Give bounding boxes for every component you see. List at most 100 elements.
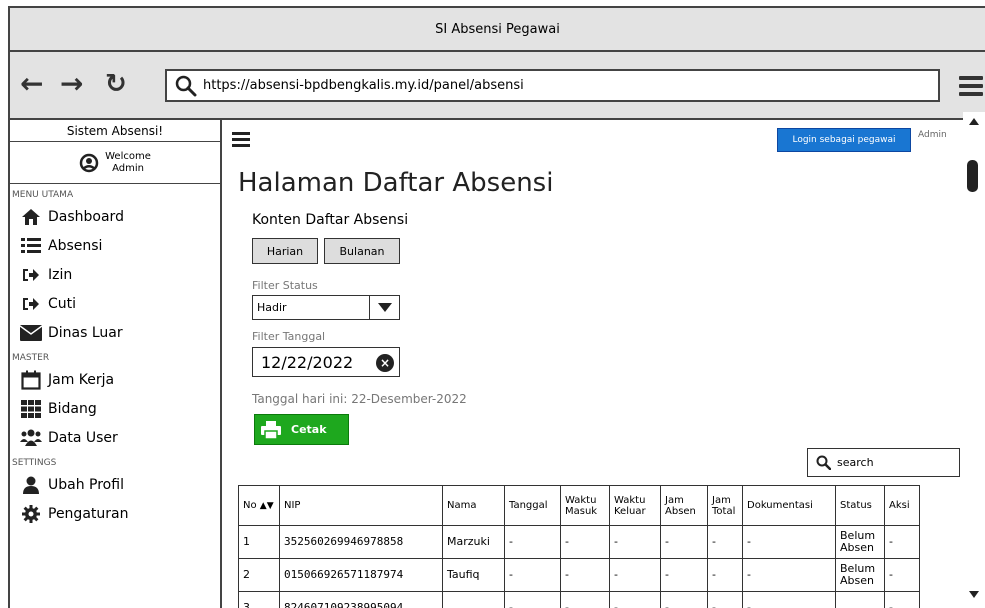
sidebar-item-data-user[interactable]: Data User xyxy=(10,423,220,452)
cell-no: 1 xyxy=(238,525,280,559)
filter-status-select[interactable]: Hadir xyxy=(252,295,400,320)
cell-no: 2 xyxy=(238,558,280,592)
cell-jam-total: - xyxy=(707,525,743,559)
column-header-waktu-keluar: Waktu Keluar xyxy=(609,485,661,526)
filter-date-label: Filter Tanggal xyxy=(252,330,326,343)
table-row: 1 352560269946978858 Marzuki - - - - - -… xyxy=(238,525,920,559)
cell-jam-absen: - xyxy=(660,558,708,592)
tab-harian[interactable]: Harian xyxy=(252,238,318,264)
search-placeholder: search xyxy=(837,456,874,469)
column-header-no[interactable]: No ▲▼ xyxy=(238,485,280,526)
clear-icon[interactable]: × xyxy=(376,354,394,372)
grid-icon xyxy=(20,399,42,419)
filter-status-value: Hadir xyxy=(257,301,287,314)
sidebar-item-dinas-luar[interactable]: Dinas Luar xyxy=(10,318,220,347)
welcome-panel: Welcome Admin xyxy=(10,142,220,184)
forward-icon[interactable]: → xyxy=(60,70,83,98)
column-header-nip: NIP xyxy=(279,485,443,526)
cell-tanggal: - xyxy=(504,525,561,559)
browser-menu-icon[interactable] xyxy=(959,76,983,100)
column-header-dokumentasi: Dokumentasi xyxy=(742,485,836,526)
reload-icon[interactable]: ↻ xyxy=(105,70,127,98)
sidebar-item-label: Data User xyxy=(48,429,118,446)
page-title: Halaman Daftar Absensi xyxy=(238,168,554,198)
sidebar-item-absensi[interactable]: Absensi xyxy=(10,231,220,260)
section-label-settings: SETTINGS xyxy=(12,458,57,468)
sidebar-item-label: Izin xyxy=(48,266,73,283)
sidebar-item-label: Absensi xyxy=(48,237,103,254)
cell-waktu-keluar: - xyxy=(609,591,661,608)
search-input[interactable]: search xyxy=(807,448,960,477)
search-icon xyxy=(816,455,831,470)
envelope-icon xyxy=(20,323,42,343)
browser-window: SI Absensi Pegawai ← → ↻ https://absensi… xyxy=(8,6,985,608)
sidebar-item-dashboard[interactable]: Dashboard xyxy=(10,202,220,231)
table-row: 2 015066926571187974 Taufiq - - - - - - … xyxy=(238,558,920,592)
filter-date-value: 12/22/2022 xyxy=(261,352,354,372)
cell-aksi[interactable]: - xyxy=(884,558,920,592)
welcome-user: Admin xyxy=(112,162,144,174)
cell-waktu-masuk: - xyxy=(560,591,610,608)
cell-waktu-masuk: - xyxy=(560,525,610,559)
sidebar-item-ubah-profil[interactable]: Ubah Profil xyxy=(10,470,220,499)
tab-bulanan[interactable]: Bulanan xyxy=(324,238,400,264)
cell-nama: Marzuki xyxy=(442,525,505,559)
login-as-employee-button[interactable]: Login sebagai pegawai xyxy=(777,128,911,152)
cell-jam-total: - xyxy=(707,591,743,608)
menu-toggle-icon[interactable] xyxy=(232,132,250,150)
user-label[interactable]: Admin xyxy=(918,130,947,140)
cell-waktu-keluar: - xyxy=(609,558,661,592)
column-header-jam-absen: Jam Absen xyxy=(660,485,708,526)
sidebar-item-pengaturan[interactable]: Pengaturan xyxy=(10,499,220,528)
cell-aksi[interactable]: - xyxy=(884,591,920,608)
column-header-nama: Nama xyxy=(442,485,505,526)
sort-icon[interactable]: ▲▼ xyxy=(260,501,274,511)
sidebar: Sistem Absensi! Welcome Admin MENU UTAMA… xyxy=(10,120,222,608)
vertical-scrollbar[interactable] xyxy=(963,112,985,602)
list-icon xyxy=(20,236,42,256)
sidebar-item-cuti[interactable]: Cuti xyxy=(10,289,220,318)
attendance-table: No ▲▼ NIP Nama Tanggal Waktu Masuk Waktu… xyxy=(238,485,920,608)
table-row: 3 824607109238995094 - - - - - - - xyxy=(238,591,920,608)
sidebar-item-label: Dashboard xyxy=(48,208,124,225)
print-icon xyxy=(261,420,281,439)
cell-waktu-keluar: - xyxy=(609,525,661,559)
home-icon xyxy=(20,207,42,227)
cell-aksi[interactable]: - xyxy=(884,525,920,559)
title-bar: SI Absensi Pegawai xyxy=(10,8,985,52)
cell-nip: 352560269946978858 xyxy=(279,525,443,559)
address-bar: ← → ↻ https://absensi-bpdbengkalis.my.id… xyxy=(10,52,985,120)
cell-nama: Taufiq xyxy=(442,558,505,592)
sidebar-item-izin[interactable]: Izin xyxy=(10,260,220,289)
cell-tanggal: - xyxy=(504,591,561,608)
cell-nip: 015066926571187974 xyxy=(279,558,443,592)
sidebar-item-jam-kerja[interactable]: Jam Kerja xyxy=(10,365,220,394)
cell-dokumentasi: - xyxy=(742,525,836,559)
section-label-master: MASTER xyxy=(12,353,50,363)
scroll-down-icon[interactable] xyxy=(969,591,979,598)
window-title: SI Absensi Pegawai xyxy=(435,21,560,37)
scroll-thumb[interactable] xyxy=(967,160,978,192)
column-header-aksi: Aksi xyxy=(884,485,920,526)
table-header-row: No ▲▼ NIP Nama Tanggal Waktu Masuk Waktu… xyxy=(238,485,920,526)
print-button[interactable]: Cetak xyxy=(254,414,349,445)
scroll-up-icon[interactable] xyxy=(969,118,979,125)
column-header-jam-total: Jam Total xyxy=(707,485,743,526)
filter-date-input[interactable]: 12/22/2022 × xyxy=(252,347,400,377)
cell-nip: 824607109238995094 xyxy=(279,591,443,608)
cell-status: Belum Absen xyxy=(835,525,885,559)
back-icon[interactable]: ← xyxy=(20,70,43,98)
sidebar-item-label: Jam Kerja xyxy=(48,371,115,388)
sidebar-item-bidang[interactable]: Bidang xyxy=(10,394,220,423)
content-subtitle: Konten Daftar Absensi xyxy=(252,212,409,228)
url-field[interactable]: https://absensi-bpdbengkalis.my.id/panel… xyxy=(165,69,940,102)
cell-tanggal: - xyxy=(504,558,561,592)
chevron-down-icon xyxy=(369,296,399,319)
sidebar-item-label: Dinas Luar xyxy=(48,324,123,341)
cell-jam-absen: - xyxy=(660,525,708,559)
column-header-status: Status xyxy=(835,485,885,526)
print-button-label: Cetak xyxy=(291,423,327,436)
sign-out-icon xyxy=(20,294,42,314)
cell-status: Belum Absen xyxy=(835,558,885,592)
cell-waktu-masuk: - xyxy=(560,558,610,592)
